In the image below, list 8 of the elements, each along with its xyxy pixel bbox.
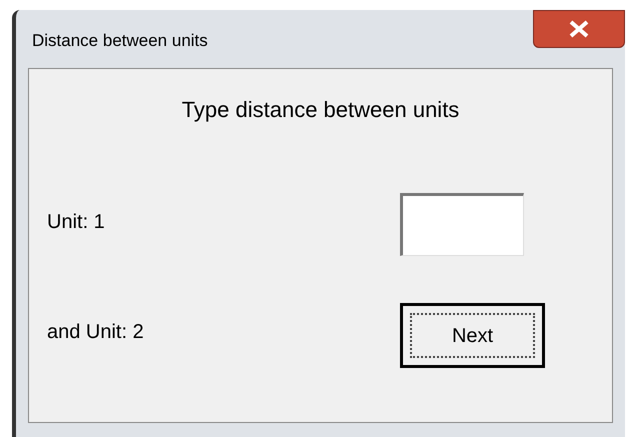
close-button[interactable] [533,10,625,48]
dialog-heading: Type distance between units [182,96,460,124]
window-title: Distance between units [31,30,208,52]
unit-label: Unit: 1 [47,210,106,235]
next-button[interactable]: Next [400,303,545,368]
close-icon [568,20,590,38]
unit-label: and Unit: 2 [47,320,145,345]
distance-field[interactable] [400,193,524,256]
